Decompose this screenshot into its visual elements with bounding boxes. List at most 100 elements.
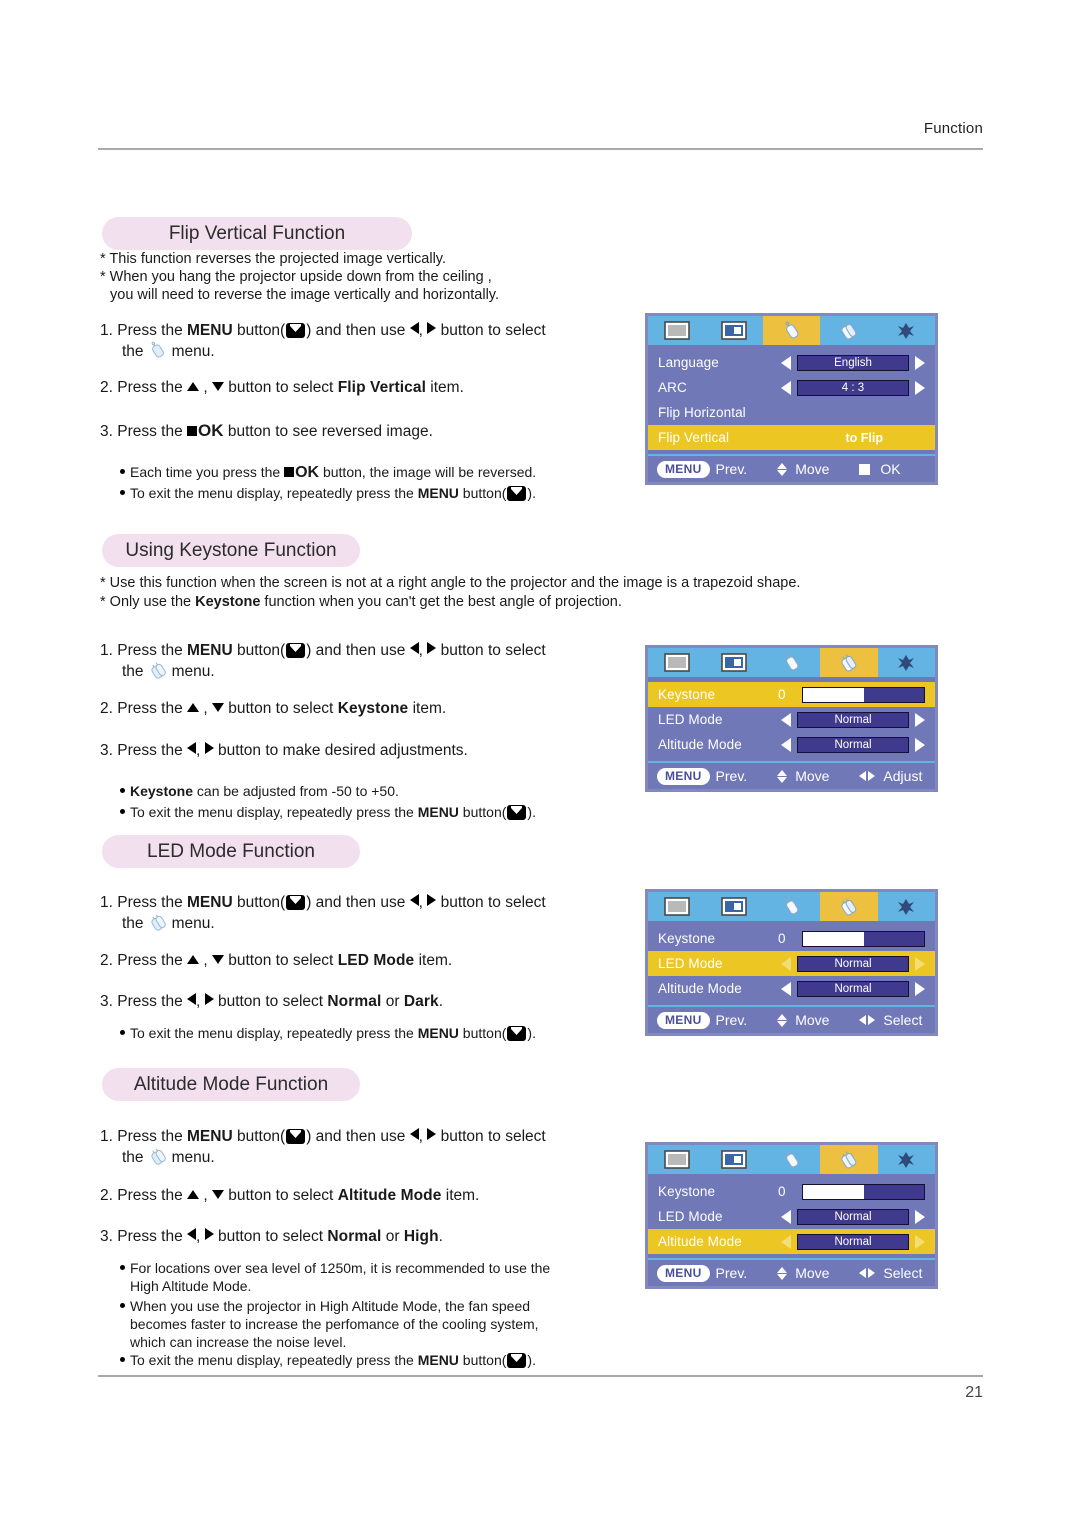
- up-down-arrows-icon: [777, 769, 788, 783]
- osd-row-altitude-mode[interactable]: Altitude Mode Normal: [648, 976, 935, 1001]
- step-text: button to select: [223, 700, 338, 717]
- osd-tab-pip-screen[interactable]: [705, 1145, 762, 1174]
- keystone-slider[interactable]: [802, 1183, 925, 1200]
- osd-tab-roller-double[interactable]: [820, 648, 878, 677]
- osd-row-control[interactable]: [802, 686, 925, 703]
- osd-row-control[interactable]: Normal: [781, 980, 925, 997]
- osd-row-flip-vertical[interactable]: Flip Vertical to Flip: [648, 425, 935, 450]
- osd-row-altitude-mode[interactable]: Altitude Mode Normal: [648, 1229, 935, 1254]
- step-altitude-1-line2: the menu.: [122, 1147, 215, 1168]
- bullet-dot-icon: [120, 809, 125, 814]
- osd-action-label: Adjust: [883, 768, 923, 784]
- osd-tab-pip-screen[interactable]: [705, 892, 762, 921]
- bullet-flip-2: To exit the menu display, repeatedly pre…: [120, 483, 640, 504]
- osd-tab-roller-single[interactable]: [763, 648, 820, 677]
- step-text: 1. Press the: [100, 642, 188, 659]
- osd-row-control[interactable]: Normal: [781, 711, 925, 728]
- section-heading-altitude-mode: Altitude Mode Function: [102, 1068, 360, 1101]
- ok-square-icon: [859, 463, 871, 475]
- bullet-text: When you use the projector in High Altit…: [130, 1298, 531, 1314]
- bullet-text: To exit the menu display, repeatedly pre…: [130, 1352, 418, 1368]
- left-arrow-icon[interactable]: [781, 712, 791, 727]
- page-number: 21: [965, 1384, 983, 1401]
- osd-tab-screen[interactable]: [648, 892, 705, 921]
- left-arrow-icon[interactable]: [781, 1209, 791, 1224]
- left-arrow-icon[interactable]: [781, 355, 791, 370]
- osd-row-control[interactable]: Normal: [781, 1208, 925, 1225]
- osd-row-control[interactable]: Normal: [781, 736, 925, 753]
- bullet-dot-icon: [120, 469, 125, 474]
- right-arrow-icon: [427, 894, 437, 906]
- right-arrow-icon[interactable]: [915, 355, 925, 370]
- manual-page: Function Flip Vertical Function * This f…: [0, 0, 1080, 1528]
- osd-menu-pill[interactable]: MENU: [657, 767, 710, 785]
- left-arrow-icon[interactable]: [781, 1234, 791, 1249]
- step-text: 3. Press the: [100, 993, 188, 1010]
- osd-row-control[interactable]: 4 : 3: [781, 379, 925, 396]
- osd-row-language[interactable]: Language English: [648, 350, 935, 375]
- step-text: ,: [199, 1187, 212, 1204]
- osd-row-value: to Flip: [845, 430, 884, 445]
- right-arrow-icon[interactable]: [915, 981, 925, 996]
- osd-row-control[interactable]: Normal: [781, 1233, 925, 1250]
- right-arrow-icon[interactable]: [915, 956, 925, 971]
- osd-tab-roller-single[interactable]: [763, 1145, 820, 1174]
- osd-row-keystone[interactable]: Keystone 0: [648, 1179, 935, 1204]
- osd-tab-tool[interactable]: [878, 892, 935, 921]
- step-led-3: 3. Press the , button to select Normal o…: [100, 991, 660, 1012]
- osd-tab-tool[interactable]: [878, 1145, 935, 1174]
- left-arrow-icon[interactable]: [781, 380, 791, 395]
- osd-tab-screen[interactable]: [648, 316, 705, 345]
- osd-row-flip-horizontal[interactable]: Flip Horizontal: [648, 400, 935, 425]
- osd-row-led-mode[interactable]: LED Mode Normal: [648, 707, 935, 732]
- keystone-slider[interactable]: [802, 930, 925, 947]
- roller-single-icon: [147, 341, 169, 361]
- osd-tab-roller-double[interactable]: [820, 316, 877, 345]
- osd-row-led-mode[interactable]: LED Mode Normal: [648, 1204, 935, 1229]
- osd-row-arc[interactable]: ARC 4 : 3: [648, 375, 935, 400]
- bullet-dot-icon: [120, 1030, 125, 1035]
- osd-tab-tool[interactable]: [878, 316, 935, 345]
- osd-row-control[interactable]: English: [781, 354, 925, 371]
- osd-tab-tool[interactable]: [878, 648, 935, 677]
- osd-row-control[interactable]: [802, 930, 925, 947]
- osd-menu-led-mode: Keystone 0 LED Mode Normal Altitude Mode: [645, 889, 938, 1036]
- osd-menu-pill[interactable]: MENU: [657, 460, 710, 478]
- right-arrow-icon[interactable]: [915, 1234, 925, 1249]
- osd-row-control[interactable]: Normal: [781, 955, 925, 972]
- option-dark: Dark: [403, 993, 439, 1010]
- right-arrow-icon[interactable]: [915, 380, 925, 395]
- step-text: button to make desired adjustments.: [213, 742, 468, 759]
- osd-tab-roller-single[interactable]: [763, 892, 820, 921]
- option-normal: Normal: [327, 1228, 382, 1245]
- osd-tab-bar: [648, 1145, 935, 1174]
- osd-row-led-mode[interactable]: LED Mode Normal: [648, 951, 935, 976]
- keystone-word: Keystone: [130, 783, 194, 799]
- osd-tab-roller-double[interactable]: [820, 892, 878, 921]
- right-arrow-icon[interactable]: [915, 712, 925, 727]
- osd-row-altitude-mode[interactable]: Altitude Mode Normal: [648, 732, 935, 757]
- osd-tab-screen[interactable]: [648, 1145, 705, 1174]
- step-text: ,: [418, 894, 428, 911]
- osd-row-keystone[interactable]: Keystone 0: [648, 926, 935, 951]
- osd-tab-roller-single[interactable]: [762, 316, 821, 345]
- osd-tab-roller-double[interactable]: [820, 1145, 878, 1174]
- osd-tab-pip-screen[interactable]: [705, 648, 762, 677]
- osd-row-keystone[interactable]: Keystone 0: [648, 682, 935, 707]
- osd-menu-pill[interactable]: MENU: [657, 1264, 710, 1282]
- keystone-slider[interactable]: [802, 686, 925, 703]
- left-arrow-icon[interactable]: [781, 981, 791, 996]
- osd-row-label: Keystone: [658, 931, 716, 946]
- osd-action-label: OK: [880, 461, 901, 477]
- osd-menu-pill[interactable]: MENU: [657, 1011, 710, 1029]
- left-arrow-icon[interactable]: [781, 737, 791, 752]
- osd-row-control[interactable]: [802, 1183, 925, 1200]
- osd-tab-screen[interactable]: [648, 648, 705, 677]
- osd-row-value: Normal: [797, 711, 909, 728]
- osd-tab-pip-screen[interactable]: [705, 316, 762, 345]
- right-arrow-icon[interactable]: [915, 737, 925, 752]
- osd-row-label: LED Mode: [658, 712, 723, 727]
- right-arrow-icon[interactable]: [915, 1209, 925, 1224]
- left-arrow-icon[interactable]: [781, 956, 791, 971]
- up-arrow-icon: [187, 1190, 200, 1199]
